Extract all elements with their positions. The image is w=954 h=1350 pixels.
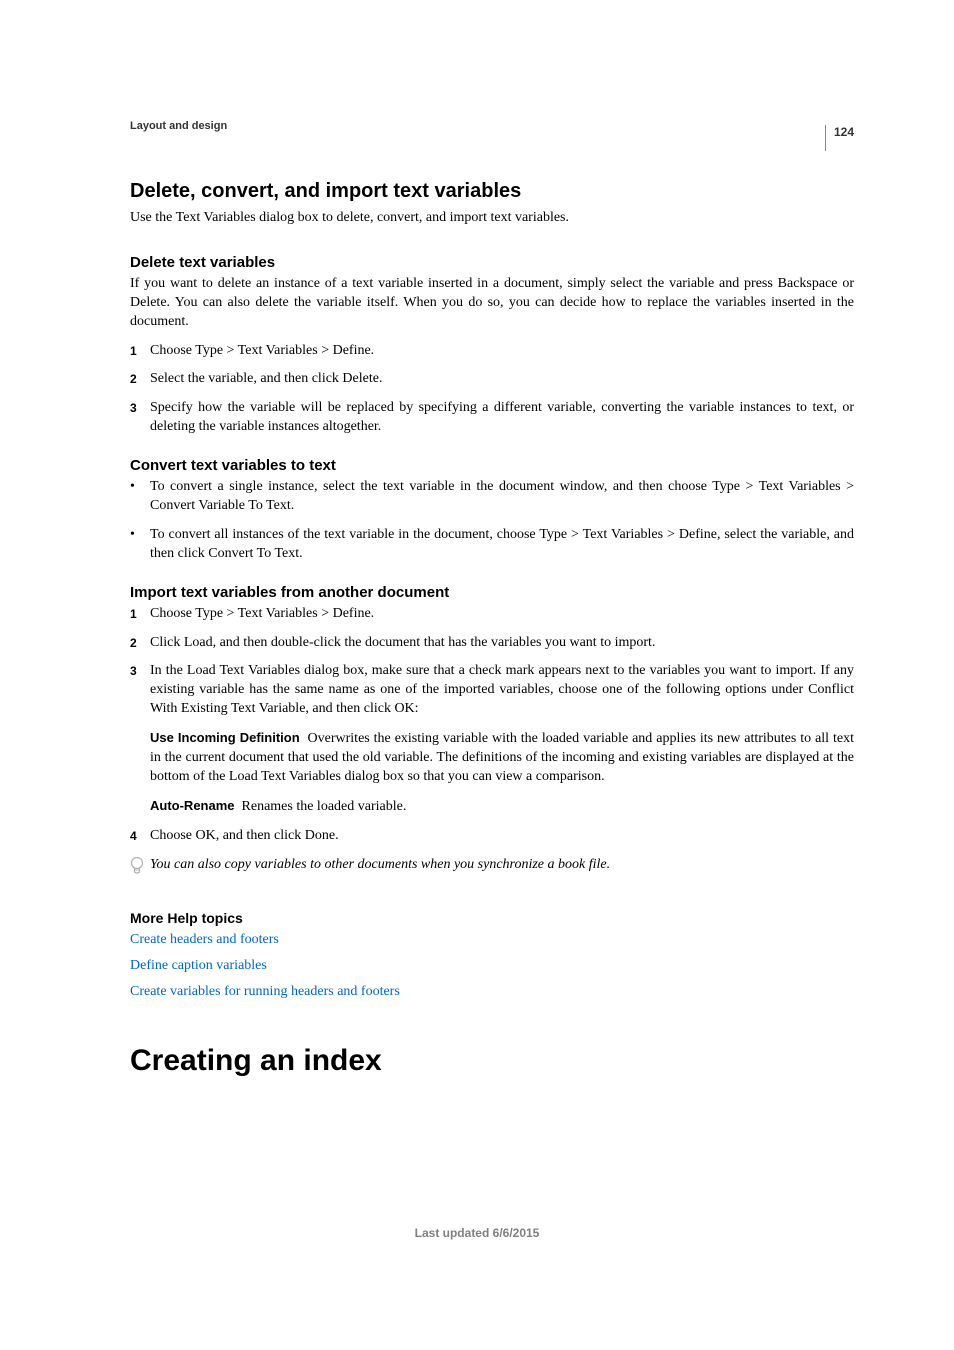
step-text: In the Load Text Variables dialog box, m… xyxy=(150,662,854,719)
step-text: Choose Type > Text Variables > Define. xyxy=(150,605,854,624)
convert-bullets: • To convert a single instance, select t… xyxy=(130,478,854,564)
step-number: 3 xyxy=(130,399,150,437)
step-number: 2 xyxy=(130,634,150,653)
step-number: 1 xyxy=(130,342,150,361)
definition-label: Auto-Rename xyxy=(150,798,235,813)
help-link[interactable]: Create variables for running headers and… xyxy=(130,984,854,1000)
definition-text: Renames the loaded variable. xyxy=(242,799,407,814)
tip-text: You can also copy variables to other doc… xyxy=(150,856,610,875)
list-item: 2 Click Load, and then double-click the … xyxy=(130,634,854,653)
delete-body: If you want to delete an instance of a t… xyxy=(130,275,854,332)
delete-steps-list: 1 Choose Type > Text Variables > Define.… xyxy=(130,342,854,438)
definition-block: Use Incoming Definition Overwrites the e… xyxy=(150,729,854,787)
step-text: Choose Type > Text Variables > Define. xyxy=(150,342,854,361)
step-text: Choose OK, and then click Done. xyxy=(150,827,854,846)
list-item: 1 Choose Type > Text Variables > Define. xyxy=(130,605,854,624)
page-number-container: 124 xyxy=(825,125,854,151)
list-item: • To convert a single instance, select t… xyxy=(130,478,854,516)
chapter-title: Creating an index xyxy=(130,1044,854,1078)
definition-block: Auto-Rename Renames the loaded variable. xyxy=(150,797,854,817)
tip-row: You can also copy variables to other doc… xyxy=(130,856,854,880)
page-number: 124 xyxy=(834,125,854,139)
list-item: 4 Choose OK, and then click Done. xyxy=(130,827,854,846)
list-item: 2 Select the variable, and then click De… xyxy=(130,370,854,389)
bullet-text: To convert all instances of the text var… xyxy=(150,526,854,564)
step-number: 2 xyxy=(130,370,150,389)
bullet-icon: • xyxy=(130,526,150,564)
list-item: 3 Specify how the variable will be repla… xyxy=(130,399,854,437)
section-title: Delete, convert, and import text variabl… xyxy=(130,180,854,203)
list-item: 3 In the Load Text Variables dialog box,… xyxy=(130,662,854,719)
section-intro: Use the Text Variables dialog box to del… xyxy=(130,209,854,228)
footer-updated: Last updated 6/6/2015 xyxy=(0,1226,954,1240)
help-link[interactable]: Define caption variables xyxy=(130,958,854,974)
bullet-text: To convert a single instance, select the… xyxy=(150,478,854,516)
more-help-heading: More Help topics xyxy=(130,910,854,926)
step-text: Specify how the variable will be replace… xyxy=(150,399,854,437)
convert-heading: Convert text variables to text xyxy=(130,457,854,474)
step-number: 3 xyxy=(130,662,150,719)
step-number: 1 xyxy=(130,605,150,624)
import-steps-list: 1 Choose Type > Text Variables > Define.… xyxy=(130,605,854,719)
help-link[interactable]: Create headers and footers xyxy=(130,932,854,948)
step-number: 4 xyxy=(130,827,150,846)
bullet-icon: • xyxy=(130,478,150,516)
import-step4-list: 4 Choose OK, and then click Done. xyxy=(130,827,854,846)
list-item: • To convert all instances of the text v… xyxy=(130,526,854,564)
definition-label: Use Incoming Definition xyxy=(150,730,300,745)
import-heading: Import text variables from another docum… xyxy=(130,584,854,601)
step-text: Select the variable, and then click Dele… xyxy=(150,370,854,389)
step-text: Click Load, and then double-click the do… xyxy=(150,634,854,653)
delete-heading: Delete text variables xyxy=(130,254,854,271)
running-header: Layout and design xyxy=(130,120,854,132)
list-item: 1 Choose Type > Text Variables > Define. xyxy=(130,342,854,361)
lightbulb-icon xyxy=(130,856,150,880)
